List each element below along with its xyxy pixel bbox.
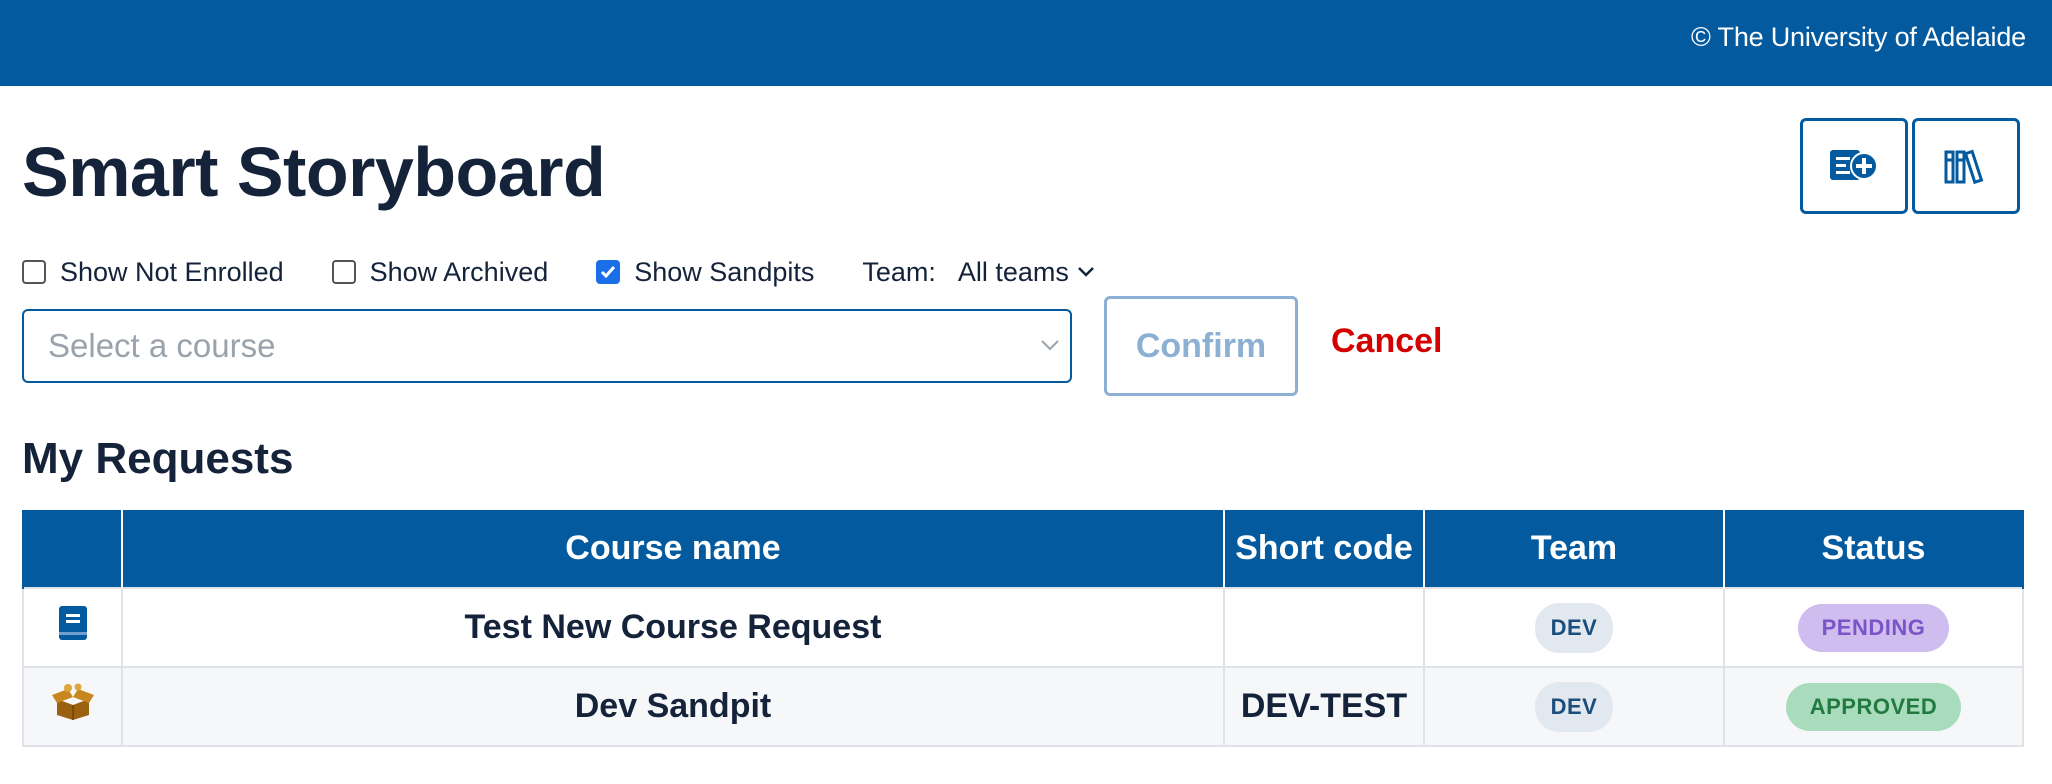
column-header-team[interactable]: Team [1423,510,1725,588]
checkbox-unchecked-icon[interactable] [331,260,356,284]
column-header-course-name[interactable]: Course name [121,510,1225,588]
my-requests-heading: My Requests [22,434,294,483]
team-cell: DEV [1423,587,1725,668]
status-cell: APPROVED [1723,666,2024,747]
status-badge: PENDING [1797,603,1950,652]
status-cell: PENDING [1723,587,2024,668]
show-sandpits-checkbox[interactable]: Show Sandpits [596,257,814,288]
team-badge: DEV [1534,681,1614,732]
short-code-cell: DEV-TEST [1223,666,1425,747]
chevron-down-icon [1078,267,1094,277]
column-header-icon [22,510,123,588]
short-code-cell [1223,587,1425,668]
show-not-enrolled-checkbox[interactable]: Show Not Enrolled [22,257,284,288]
course-name-cell: Dev Sandpit [121,666,1225,747]
column-header-short-code[interactable]: Short code [1223,510,1425,588]
sandbox-box-icon [51,683,94,720]
chevron-down-icon [1041,340,1059,351]
course-select[interactable]: Select a course [22,309,1072,383]
book-icon [58,606,87,640]
add-course-button[interactable] [1800,118,1908,214]
library-button[interactable] [1912,118,2020,214]
team-badge: DEV [1534,602,1614,653]
row-icon-cell [22,587,123,668]
status-badge: APPROVED [1785,682,1962,731]
column-header-status[interactable]: Status [1723,510,2024,588]
team-cell: DEV [1423,666,1725,747]
show-archived-checkbox[interactable]: Show Archived [331,256,549,288]
library-books-icon [1944,149,1984,185]
show-not-enrolled-label: Show Not Enrolled [60,256,284,287]
show-sandpits-label: Show Sandpits [634,256,815,287]
course-select-placeholder: Select a course [48,327,276,364]
checkbox-unchecked-icon[interactable] [22,260,46,284]
add-course-icon [1830,150,1878,180]
show-archived-label: Show Archived [369,256,549,287]
team-filter-value: All teams [957,256,1069,287]
checkbox-checked-icon[interactable] [596,260,621,284]
table-row[interactable]: Dev Sandpit DEV-TEST DEV APPROVED [22,666,2024,747]
team-filter-dropdown[interactable]: All teams [958,257,1095,288]
confirm-button[interactable]: Confirm [1104,296,1298,396]
course-name-cell: Test New Course Request [121,587,1225,668]
requests-table: Course name Short code Team Status Test … [22,510,2024,747]
top-banner: © The University of Adelaide [0,0,2052,86]
table-header-row: Course name Short code Team Status [22,510,2024,588]
row-icon-cell [22,666,123,747]
copyright-text: © The University of Adelaide [1691,22,2026,52]
team-filter-label: Team: [862,256,936,287]
filter-bar: Show Not Enrolled Show Archived Show San… [22,252,1095,292]
table-row[interactable]: Test New Course Request DEV PENDING [22,587,2024,668]
page-title: Smart Storyboard [22,133,606,211]
cancel-button[interactable]: Cancel [1331,322,1443,361]
